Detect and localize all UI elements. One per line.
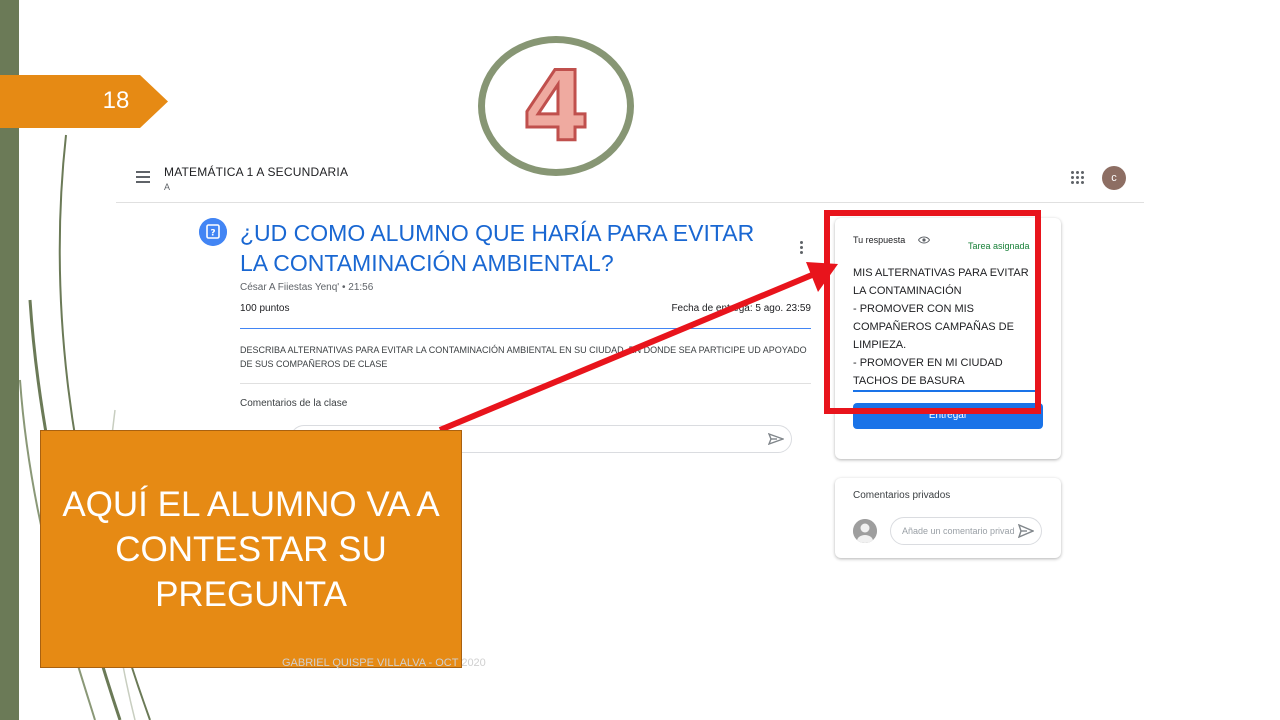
menu-icon[interactable] <box>136 171 150 183</box>
assignment-author: César A Fiiestas Yenq' • 21:56 <box>240 282 374 293</box>
callout-box: AQUÍ EL ALUMNO VA A CONTESTAR SU PREGUNT… <box>40 430 462 668</box>
send-icon[interactable] <box>768 433 784 445</box>
assignment-points: 100 puntos <box>240 303 290 314</box>
class-section: A <box>164 182 171 192</box>
more-options-icon[interactable] <box>800 241 804 255</box>
step-number: 4 <box>521 50 591 165</box>
user-avatar[interactable]: c <box>1102 166 1126 190</box>
private-comment-avatar-icon <box>853 519 877 543</box>
class-title[interactable]: MATEMÁTICA 1 A SECUNDARIA <box>164 165 348 179</box>
highlight-box <box>824 210 1041 414</box>
assignment-question-icon: ? <box>199 218 227 246</box>
apps-grid-icon[interactable] <box>1071 171 1085 185</box>
classroom-header: MATEMÁTICA 1 A SECUNDARIA A c <box>116 155 1144 203</box>
assignment-title: ¿UD COMO ALUMNO QUE HARÍA PARA EVITAR LA… <box>240 220 755 276</box>
private-comments-label: Comentarios privados <box>853 490 951 501</box>
svg-text:?: ? <box>210 229 215 239</box>
private-comment-placeholder: Añade un comentario privado <box>902 526 1014 536</box>
callout-text: AQUÍ EL ALUMNO VA A CONTESTAR SU PREGUNT… <box>62 484 440 614</box>
assignment-instructions: DESCRIBA ALTERNATIVAS PARA EVITAR LA CON… <box>240 345 807 369</box>
title-divider <box>240 328 811 329</box>
slide-footer: GABRIEL QUISPE VILLALVA - OCT 2020 <box>282 657 486 669</box>
slide-number: 18 <box>102 87 130 114</box>
private-send-icon[interactable] <box>1018 524 1034 538</box>
comments-divider <box>240 383 811 384</box>
assignment-due-date: Fecha de entrega: 5 ago. 23:59 <box>671 303 811 314</box>
class-comments-label: Comentarios de la clase <box>240 398 348 409</box>
